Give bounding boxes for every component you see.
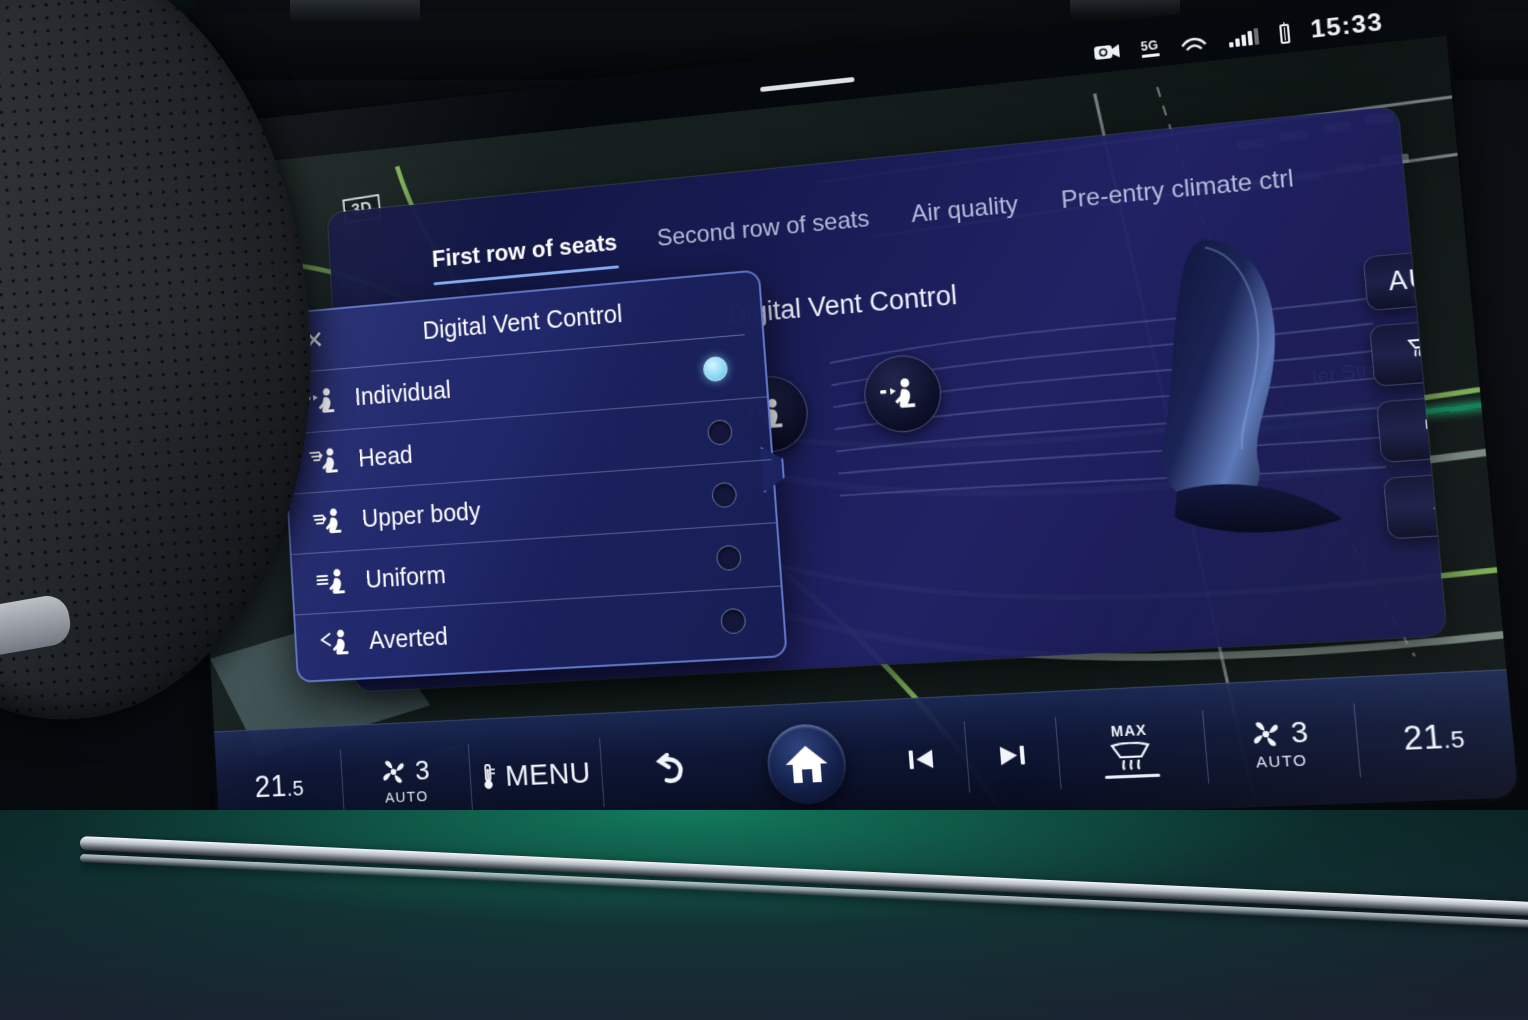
- left-fan-mode: AUTO: [384, 788, 429, 807]
- seat-3d-render: [1143, 233, 1344, 538]
- fan-icon: [383, 760, 405, 784]
- vent-averted-icon: [319, 627, 357, 658]
- right-fan-mode: AUTO: [1255, 751, 1309, 772]
- option-label: Individual: [353, 376, 452, 412]
- menu-label: MENU: [504, 755, 592, 793]
- max-label: MAX: [1110, 721, 1148, 740]
- vent-uniform-icon: [316, 567, 354, 598]
- max-defrost-indicator: [1105, 773, 1161, 779]
- wifi-bluetooth-icon[interactable]: [1179, 32, 1208, 55]
- left-temp-decimal: .5: [285, 775, 305, 801]
- max-defrost-group: MAX: [1101, 721, 1161, 779]
- next-track-icon: [999, 745, 1025, 765]
- signal-bars-icon: [1228, 28, 1259, 48]
- trim-line-primary: [80, 836, 1528, 918]
- passenger-vent-individual-button[interactable]: [861, 352, 944, 435]
- back-arrow-icon: [647, 752, 690, 788]
- home-icon: [783, 744, 829, 783]
- front-defrost-icon: [1109, 741, 1154, 772]
- left-temp-value: 21: [253, 768, 288, 804]
- 5g-icon: 5G: [1140, 37, 1160, 58]
- option-radio[interactable]: [720, 607, 747, 634]
- camera-icon[interactable]: [1092, 40, 1121, 65]
- network-label: 5G: [1140, 37, 1159, 54]
- right-fan-control[interactable]: 3 AUTO: [1200, 678, 1363, 809]
- next-track-button[interactable]: [961, 692, 1062, 818]
- option-radio[interactable]: [706, 418, 733, 446]
- left-fan-level: 3: [414, 754, 431, 786]
- center-display[interactable]: ter Straße 5G: [181, 0, 1519, 846]
- home-button[interactable]: [733, 701, 881, 826]
- seat-individual-vent-icon: [880, 378, 916, 409]
- option-radio[interactable]: [715, 544, 742, 571]
- fan-icon: [1253, 721, 1279, 747]
- screenshot-root: ter Straße 5G: [0, 0, 1528, 1020]
- clock: 15:33: [1309, 8, 1385, 44]
- right-fan-level: 3: [1289, 715, 1310, 750]
- right-temp-decimal: .5: [1442, 724, 1467, 753]
- thermometer-icon: [480, 762, 495, 789]
- option-label: Uniform: [364, 561, 447, 594]
- option-label: Averted: [368, 622, 449, 655]
- battery-icon: [1278, 23, 1291, 44]
- digital-vent-control-dialog: ✕ Digital Vent Control Individual Head U…: [276, 269, 788, 683]
- dashboard-chrome-trim: [80, 836, 1528, 956]
- home-button-circle: [764, 722, 849, 806]
- right-temperature-display[interactable]: 21.5: [1351, 670, 1519, 803]
- option-radio[interactable]: [702, 355, 729, 383]
- previous-track-button[interactable]: [872, 697, 971, 821]
- vent-individual-icon: [305, 385, 343, 416]
- vent-head-icon: [309, 446, 347, 477]
- center-display-wrap: ter Straße 5G: [181, 0, 1519, 846]
- dashboard-vent-right: [1070, 0, 1180, 20]
- option-label: Head: [357, 440, 414, 472]
- max-defrost-button[interactable]: MAX: [1052, 685, 1210, 814]
- vent-upper-body-icon: [312, 506, 350, 537]
- previous-track-icon: [908, 749, 933, 769]
- option-radio[interactable]: [711, 481, 738, 508]
- option-label: Upper body: [361, 497, 482, 533]
- dashboard-vent-left: [290, 0, 420, 22]
- right-temp-value: 21: [1401, 717, 1445, 757]
